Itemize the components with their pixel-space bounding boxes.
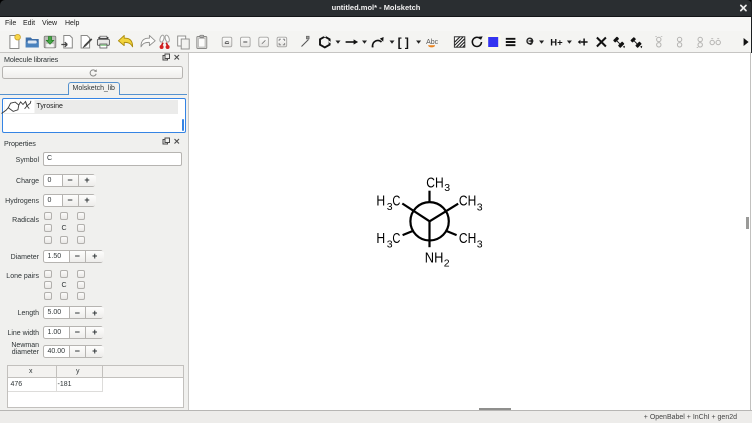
- svg-text:C: C: [392, 193, 400, 209]
- svg-text:CH: CH: [459, 193, 476, 209]
- svg-text:CH: CH: [426, 175, 443, 191]
- svg-text:NH: NH: [425, 250, 444, 266]
- svg-text:H: H: [376, 193, 385, 209]
- svg-text:3: 3: [444, 182, 450, 194]
- svg-text:H: H: [376, 231, 385, 247]
- svg-text:3: 3: [477, 201, 483, 213]
- svg-text:C: C: [392, 231, 400, 247]
- svg-text:CH: CH: [459, 231, 476, 247]
- svg-text:2: 2: [444, 258, 450, 270]
- svg-text:3: 3: [477, 239, 483, 251]
